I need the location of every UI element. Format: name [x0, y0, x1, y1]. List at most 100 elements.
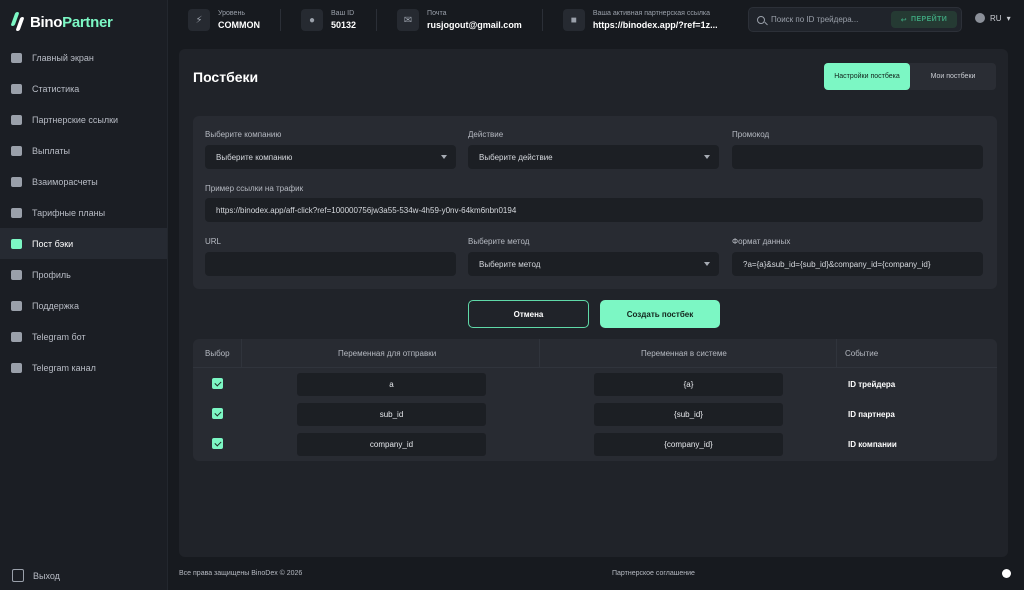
globe-icon	[975, 13, 985, 23]
divider	[241, 339, 242, 368]
trader-search: ↩ПЕРЕЙТИ	[748, 7, 962, 32]
level-label: Уровень	[218, 10, 245, 17]
col-system-variable: Переменная в системе	[641, 349, 727, 358]
promo-input[interactable]	[732, 145, 983, 169]
url-label: URL	[205, 237, 222, 246]
method-select[interactable]: Выберите метод	[468, 252, 719, 276]
sidebar-item-label: Telegram бот	[32, 331, 86, 342]
send-variable[interactable]: company_id	[297, 433, 486, 456]
logout-button[interactable]: Выход	[12, 569, 60, 582]
promo-label: Промокод	[732, 130, 770, 139]
divider	[539, 339, 540, 368]
sidebar-item-postbacks[interactable]: Пост бэки	[0, 228, 167, 259]
action-select[interactable]: Выберите действие	[468, 145, 719, 169]
url-input[interactable]	[205, 252, 456, 276]
sidebar: BinoPartner Главный экран Статистика Пар…	[0, 0, 168, 590]
sidebar-item-stats[interactable]: Статистика	[0, 73, 167, 104]
sidebar-item-label: Статистика	[32, 83, 80, 94]
partner-link-label: Ваша активная партнерская ссылка	[592, 10, 711, 17]
search-icon	[757, 15, 765, 24]
partner-link-value[interactable]: https://binodex.app/?ref=1z...	[593, 20, 718, 30]
sidebar-item-home[interactable]: Главный экран	[0, 42, 167, 73]
stats-icon	[10, 83, 23, 95]
sidebar-item-label: Выплаты	[32, 145, 70, 156]
system-variable: {a}	[594, 373, 783, 396]
logo[interactable]: BinoPartner	[10, 12, 113, 32]
method-label: Выберите метод	[468, 237, 530, 246]
link-icon: ■	[562, 9, 585, 31]
table-header: Выбор Переменная для отправки Переменная…	[193, 339, 997, 368]
settlement-icon	[10, 176, 23, 188]
postback-form: Выберите компанию Выберите компанию Дейс…	[193, 116, 997, 289]
col-event: Событие	[845, 349, 879, 358]
partner-agreement-link[interactable]: Партнерское соглашение	[612, 570, 695, 577]
telegram-icon	[10, 362, 23, 374]
sidebar-nav: Главный экран Статистика Партнерские ссы…	[0, 42, 167, 383]
tab-my-postbacks[interactable]: Мои постбеки	[910, 63, 996, 90]
send-variable[interactable]: sub_id	[297, 403, 486, 426]
topbar: ⚡ Уровень COMMON ● Ваш ID 50132 ✉ Почта rus…	[168, 0, 1024, 40]
sidebar-item-telegram-channel[interactable]: Telegram канал	[0, 352, 167, 383]
search-input[interactable]	[771, 15, 893, 24]
col-select: Выбор	[205, 349, 230, 358]
sidebar-item-label: Партнерские ссылки	[32, 114, 119, 125]
sidebar-item-links[interactable]: Партнерские ссылки	[0, 104, 167, 135]
variables-table: Выбор Переменная для отправки Переменная…	[193, 339, 997, 461]
brand-suffix: Partner	[62, 13, 113, 31]
arrow-icon: ↩	[900, 16, 908, 24]
company-label: Выберите компанию	[205, 130, 282, 139]
sidebar-item-label: Тарифные планы	[32, 207, 106, 218]
sidebar-item-telegram-bot[interactable]: Telegram бот	[0, 321, 167, 352]
link-icon	[10, 114, 23, 126]
divider	[836, 339, 837, 368]
sidebar-item-settlements[interactable]: Взаиморасчеты	[0, 166, 167, 197]
event-name: ID компании	[848, 440, 897, 449]
system-variable: {company_id}	[594, 433, 783, 456]
sidebar-item-payouts[interactable]: Выплаты	[0, 135, 167, 166]
sidebar-item-label: Главный экран	[32, 52, 94, 63]
email-value: rusjogout@gmail.com	[427, 20, 522, 30]
sidebar-item-label: Telegram канал	[32, 362, 96, 373]
profile-icon	[10, 269, 23, 281]
level-value: COMMON	[218, 20, 260, 30]
brand-prefix: Bino	[30, 13, 63, 31]
tab-postback-settings[interactable]: Настройки постбека	[824, 63, 910, 90]
brand-name: BinoPartner	[30, 14, 113, 31]
postback-icon	[10, 238, 23, 250]
copyright: Все права защищены BinoDex © 2026	[179, 570, 303, 577]
example-link-field[interactable]: https://binodex.app/aff-click?ref=100000…	[205, 198, 983, 222]
company-select[interactable]: Выберите компанию	[205, 145, 456, 169]
user-icon: ●	[301, 9, 323, 31]
bolt-icon: ⚡	[188, 9, 210, 31]
id-label: Ваш ID	[331, 10, 355, 17]
event-name: ID трейдера	[848, 380, 896, 389]
sidebar-item-tariffs[interactable]: Тарифные планы	[0, 197, 167, 228]
col-send-variable: Переменная для отправки	[338, 349, 437, 358]
logo-icon	[10, 12, 25, 32]
telegram-icon	[10, 331, 23, 343]
id-value: 50132	[331, 20, 357, 30]
sidebar-item-support[interactable]: Поддержка	[0, 290, 167, 321]
tariff-icon	[10, 207, 23, 219]
row-checkbox[interactable]	[212, 378, 223, 389]
partner-link-info[interactable]: ■ Ваша активная партнерская ссылка https:…	[543, 0, 718, 40]
support-icon	[10, 300, 23, 312]
go-button[interactable]: ↩ ПЕРЕЙТИ	[891, 11, 957, 28]
format-label: Формат данных	[732, 237, 791, 246]
cancel-button[interactable]: Отмена	[468, 300, 589, 328]
logout-label: Выход	[33, 570, 60, 581]
sidebar-item-profile[interactable]: Профиль	[0, 259, 167, 290]
scroll-top-icon[interactable]	[1002, 569, 1011, 578]
level-info: ⚡ Уровень COMMON	[168, 0, 260, 40]
row-checkbox[interactable]	[212, 438, 223, 449]
format-input[interactable]: ?a={a}&sub_id={sub_id}&company_id={compa…	[732, 252, 983, 276]
create-postback-button[interactable]: Создать постбек	[600, 300, 720, 328]
row-checkbox[interactable]	[212, 408, 223, 419]
table-row: a {a} ID трейдера	[193, 370, 997, 400]
language-selector[interactable]: RU ▾	[975, 13, 1011, 23]
send-variable[interactable]: a	[297, 373, 486, 396]
logout-icon	[12, 569, 24, 582]
table-row: sub_id {sub_id} ID партнера	[193, 400, 997, 430]
home-icon	[10, 52, 23, 64]
chevron-down-icon: ▾	[1006, 13, 1011, 23]
